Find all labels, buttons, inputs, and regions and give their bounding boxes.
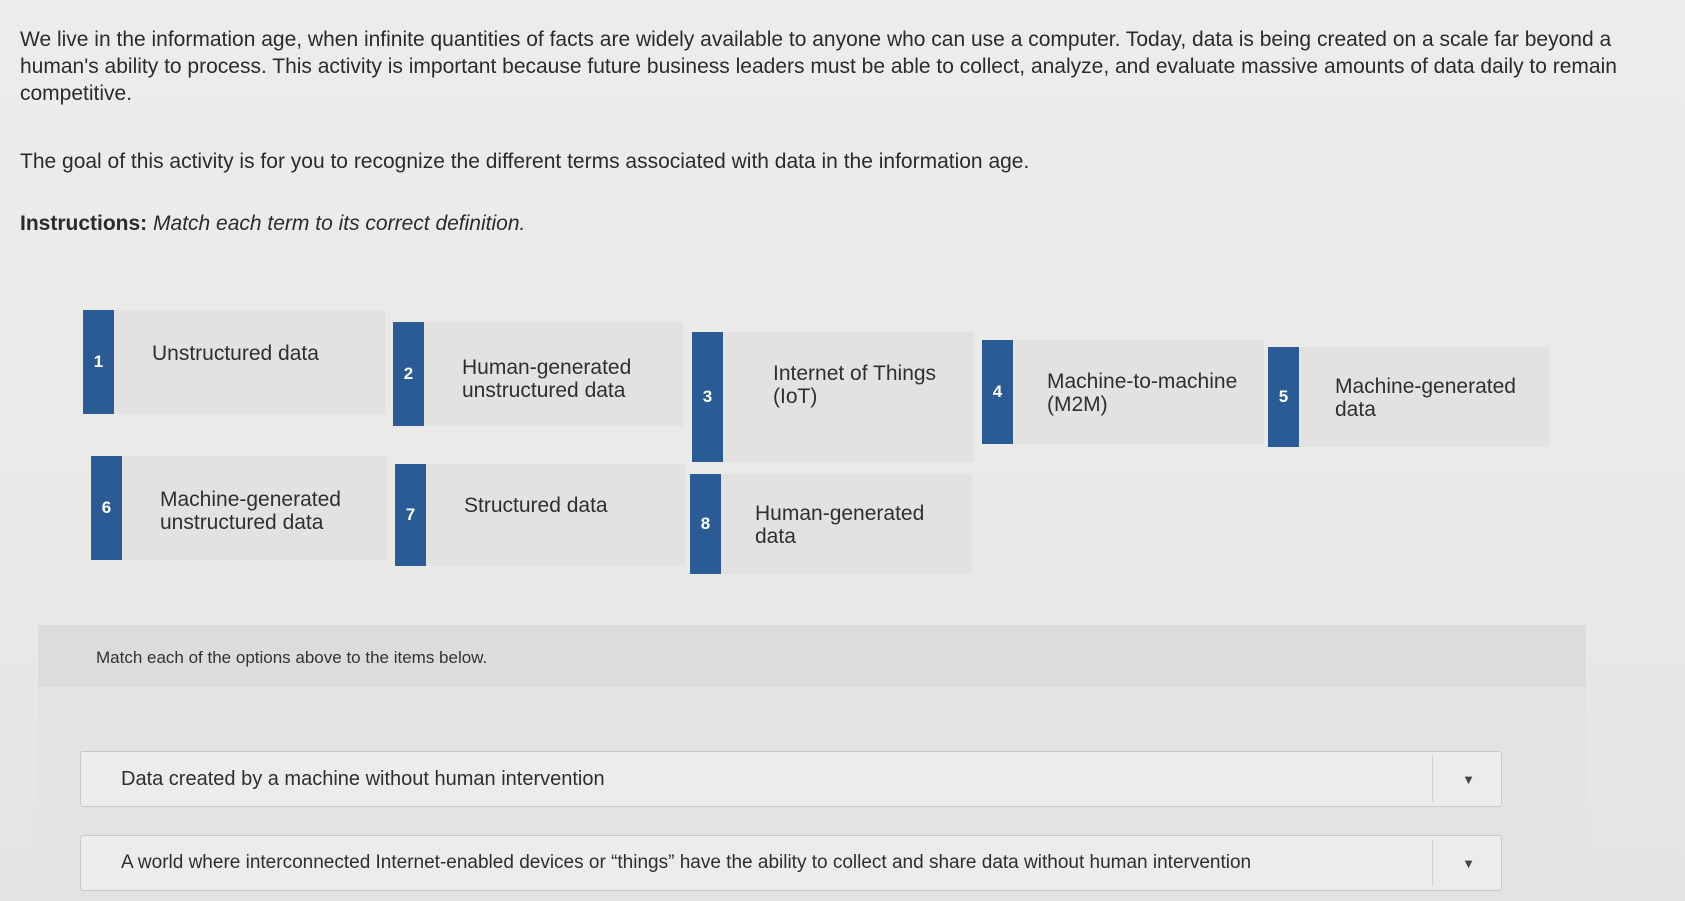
term-number: 7 [395,464,426,566]
term-card[interactable]: 6 Machine-generated unstructured data [91,456,387,560]
match-panel: Match each of the options above to the i… [38,625,1586,901]
match-header: Match each of the options above to the i… [96,648,488,667]
term-card[interactable]: 4 Machine-to-machine (M2M) [982,340,1264,444]
term-label: Machine-generated data [1335,375,1516,421]
match-dropdown[interactable]: A world where interconnected Internet-en… [80,835,1502,891]
term-label: Internet of Things (IoT) [773,362,937,408]
caret-down-icon[interactable]: ▼ [1462,856,1475,871]
definition-text: A world where interconnected Internet-en… [121,852,1252,873]
match-body: Data created by a machine without human … [38,687,1586,901]
goal-text: The goal of this activity is for you to … [20,150,1030,173]
term-card[interactable]: 2 Human-generated unstructured data [393,322,683,426]
term-number: 3 [692,332,723,462]
term-card[interactable]: 8 Human-generated data [690,474,972,574]
term-label: Human-generated unstructured data [462,356,632,402]
term-label: Machine-to-machine (M2M) [1047,370,1238,416]
term-label: Human-generated data [755,502,925,548]
term-card[interactable]: 3 Internet of Things (IoT) [692,332,974,462]
instructions-text: Match each term to its correct definitio… [153,212,526,235]
dropdown-divider [1432,756,1433,802]
term-number: 2 [393,322,424,426]
term-card[interactable]: 1 Unstructured data [83,310,385,414]
term-number: 1 [83,310,114,414]
match-dropdown[interactable]: Data created by a machine without human … [80,751,1502,807]
definition-text: Data created by a machine without human … [121,768,605,790]
term-card[interactable]: 7 Structured data [395,464,685,566]
term-label: Unstructured data [152,342,319,365]
term-card[interactable]: 5 Machine-generated data [1268,347,1550,447]
page: We live in the information age, when inf… [0,0,1685,901]
caret-down-icon[interactable]: ▼ [1462,772,1475,787]
intro-paragraph: We live in the information age, when inf… [20,26,1620,107]
term-label: Machine-generated unstructured data [160,488,341,534]
term-label: Structured data [464,494,608,517]
term-number: 5 [1268,347,1299,447]
instructions: Instructions: Match each term to its cor… [20,212,525,236]
dropdown-divider [1432,840,1433,886]
instructions-label: Instructions: [20,212,148,235]
intro-text: We live in the information age, when inf… [20,28,1617,105]
term-number: 6 [91,456,122,560]
term-number: 4 [982,340,1013,444]
term-number: 8 [690,474,721,574]
